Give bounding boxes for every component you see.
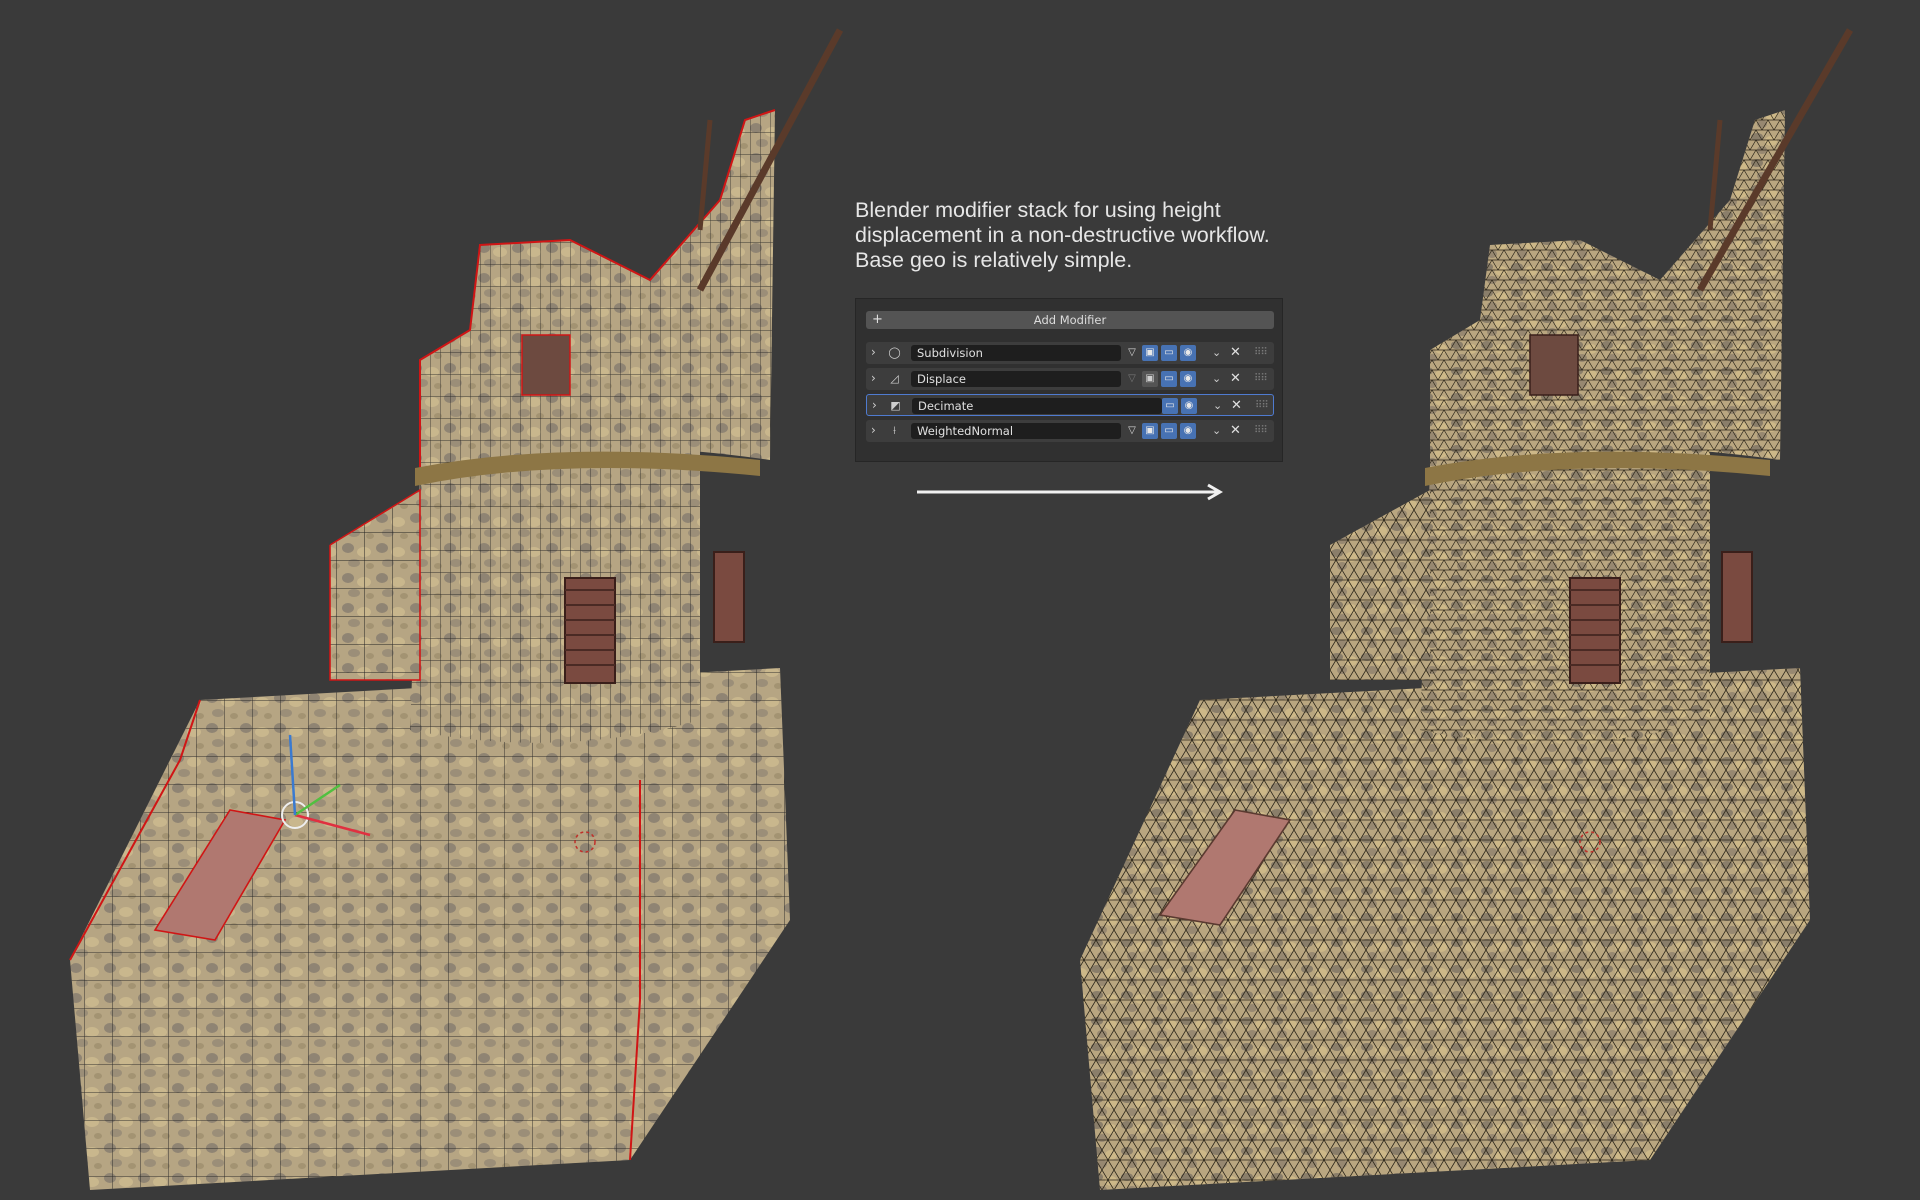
chevron-right-icon[interactable]: › <box>871 371 876 385</box>
base-mesh-render <box>69 28 844 1190</box>
weighted-normal-icon: ⟊ <box>893 424 896 437</box>
chevron-right-icon[interactable]: › <box>871 345 876 359</box>
displace-icon: ◿ <box>890 372 899 385</box>
viewport-displaced-result[interactable] <box>1060 0 1920 1200</box>
subdivision-icon: ◯ <box>888 346 901 359</box>
decimate-icon: ◩ <box>890 399 901 412</box>
plus-icon: + <box>872 312 883 327</box>
displaced-mesh-render <box>1080 28 1854 1190</box>
chevron-right-icon[interactable]: › <box>871 423 876 437</box>
viewport-base-mesh[interactable] <box>0 0 860 1200</box>
chevron-right-icon[interactable]: › <box>872 398 877 412</box>
